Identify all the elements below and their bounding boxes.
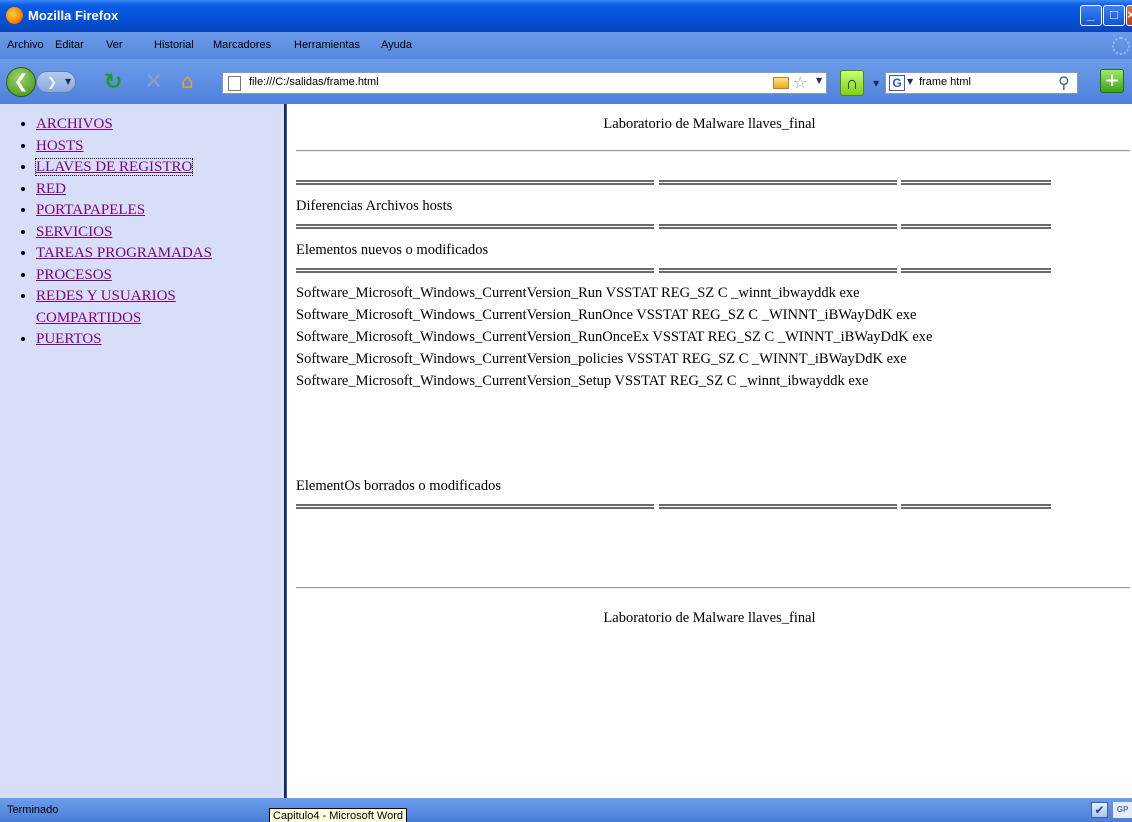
check-icon[interactable]: ✔: [1091, 802, 1108, 818]
link-hosts[interactable]: HOSTS: [36, 138, 84, 154]
table-border: [296, 180, 654, 185]
link-servicios[interactable]: SERVICIOS: [36, 224, 112, 240]
navigation-frame: ARCHIVOS HOSTS LLAVES DE REGISTRO RED PO…: [0, 104, 282, 798]
status-bar: Terminado Capitulo4 - Microsoft Word ✔ G…: [0, 798, 1132, 822]
list-item: SERVICIOS: [36, 222, 276, 244]
section-new-label: Elementos nuevos o modificados: [296, 242, 489, 258]
url-text[interactable]: file:///C:/salidas/frame.html: [249, 76, 379, 88]
registry-entry: Software_Microsoft_Windows_CurrentVersio…: [296, 285, 860, 301]
list-item: RED: [36, 179, 276, 201]
report-title: Laboratorio de Malware llaves_final: [603, 116, 816, 132]
url-bar[interactable]: file:///C:/salidas/frame.html ☆ ▼: [222, 72, 827, 94]
content-area: ARCHIVOS HOSTS LLAVES DE REGISTRO RED PO…: [0, 104, 1132, 798]
report-footer: Laboratorio de Malware llaves_final: [603, 610, 816, 626]
link-procesos[interactable]: PROCESOS: [36, 267, 112, 283]
engine-dropdown-icon[interactable]: ▼: [907, 77, 913, 86]
menu-archivo[interactable]: Archivo: [7, 39, 44, 51]
search-engine-icon[interactable]: G: [889, 75, 905, 91]
menu-bar: Archivo Editar Ver Historial Marcadores …: [0, 32, 1132, 59]
nav-link-list: ARCHIVOS HOSTS LLAVES DE REGISTRO RED PO…: [34, 114, 276, 351]
menu-editar[interactable]: Editar: [55, 39, 84, 51]
table-border: [659, 504, 897, 509]
gp-icon[interactable]: GP: [1113, 802, 1132, 818]
table-border: [296, 224, 654, 229]
link-red[interactable]: RED: [36, 181, 66, 197]
table-border: [296, 504, 654, 509]
search-bar[interactable]: G ▼ frame html ⚲: [885, 72, 1078, 94]
status-text: Terminado: [7, 804, 59, 816]
close-button[interactable]: ×: [1126, 5, 1132, 26]
divider: [296, 150, 1130, 152]
back-button[interactable]: ❮: [6, 67, 36, 97]
list-item: LLAVES DE REGISTRO: [34, 157, 276, 179]
table-border: [659, 268, 897, 273]
section-deleted-label: ElementOs borrados o modificados: [296, 478, 501, 494]
table-border: [901, 504, 1051, 509]
link-tareas-programadas[interactable]: TAREAS PROGRAMADAS: [36, 245, 212, 261]
addon-icon[interactable]: ∩: [840, 70, 864, 96]
menu-herramientas[interactable]: Herramientas: [294, 39, 360, 51]
link-portapapeles[interactable]: PORTAPAPELES: [36, 202, 145, 218]
search-icon[interactable]: ⚲: [1058, 73, 1070, 92]
table-border: [901, 268, 1051, 273]
forward-button[interactable]: ❯ ▼: [36, 71, 76, 93]
reload-button[interactable]: ↻: [104, 70, 122, 95]
link-archivos[interactable]: ARCHIVOS: [36, 116, 113, 132]
taskbar-tooltip: Capitulo4 - Microsoft Word: [269, 808, 408, 822]
divider: [296, 587, 1130, 589]
registry-entry: Software_Microsoft_Windows_CurrentVersio…: [296, 307, 917, 323]
url-dropdown-icon[interactable]: ▼: [816, 76, 822, 85]
link-llaves-de-registro[interactable]: LLAVES DE REGISTRO: [34, 158, 194, 176]
table-border: [901, 224, 1051, 229]
list-item: PROCESOS: [36, 265, 276, 287]
menu-historial[interactable]: Historial: [154, 39, 194, 51]
list-item: ARCHIVOS: [36, 114, 276, 136]
registry-entry: Software_Microsoft_Windows_CurrentVersio…: [296, 373, 869, 389]
navigation-toolbar: ❮ ❯ ▼ ↻ ✕ ⌂ file:///C:/salidas/frame.html…: [0, 59, 1132, 104]
menu-ayuda[interactable]: Ayuda: [381, 39, 412, 51]
throbber-icon: [1112, 37, 1130, 55]
list-item: PORTAPAPELES: [36, 200, 276, 222]
table-border: [296, 268, 654, 273]
title-bar: Mozilla Firefox _ □ ×: [0, 0, 1132, 32]
link-redes-y-usuarios[interactable]: REDES Y USUARIOS COMPARTIDOS: [36, 288, 176, 326]
list-item: PUERTOS: [36, 329, 276, 351]
bookmark-star-icon[interactable]: ☆: [793, 73, 807, 92]
link-puertos[interactable]: PUERTOS: [36, 331, 102, 347]
list-item: REDES Y USUARIOS COMPARTIDOS: [36, 286, 276, 329]
history-dropdown-icon[interactable]: ▼: [65, 72, 71, 92]
section-hosts-label: Diferencias Archivos hosts: [296, 198, 453, 214]
report-frame: Laboratorio de Malware llaves_final Dife…: [287, 104, 1132, 798]
window-title: Mozilla Firefox: [28, 8, 119, 23]
minimize-button[interactable]: _: [1080, 5, 1102, 26]
registry-entry: Software_Microsoft_Windows_CurrentVersio…: [296, 351, 907, 367]
new-tab-icon[interactable]: +: [1100, 69, 1124, 93]
maximize-button[interactable]: □: [1103, 5, 1125, 26]
search-input[interactable]: frame html: [919, 76, 971, 88]
menu-marcadores[interactable]: Marcadores: [213, 39, 271, 51]
feed-icon[interactable]: [773, 77, 789, 89]
list-item: HOSTS: [36, 136, 276, 158]
table-border: [659, 180, 897, 185]
firefox-icon: [6, 7, 23, 24]
registry-entry: Software_Microsoft_Windows_CurrentVersio…: [296, 329, 933, 345]
table-border: [901, 180, 1051, 185]
home-button[interactable]: ⌂: [181, 69, 194, 93]
frame-splitter-line: [284, 104, 286, 798]
page-icon: [228, 76, 241, 91]
menu-ver[interactable]: Ver: [106, 39, 123, 51]
addon-dropdown-icon[interactable]: ▼: [873, 79, 879, 88]
stop-button[interactable]: ✕: [144, 69, 163, 95]
list-item: TAREAS PROGRAMADAS: [36, 243, 276, 265]
table-border: [659, 224, 897, 229]
